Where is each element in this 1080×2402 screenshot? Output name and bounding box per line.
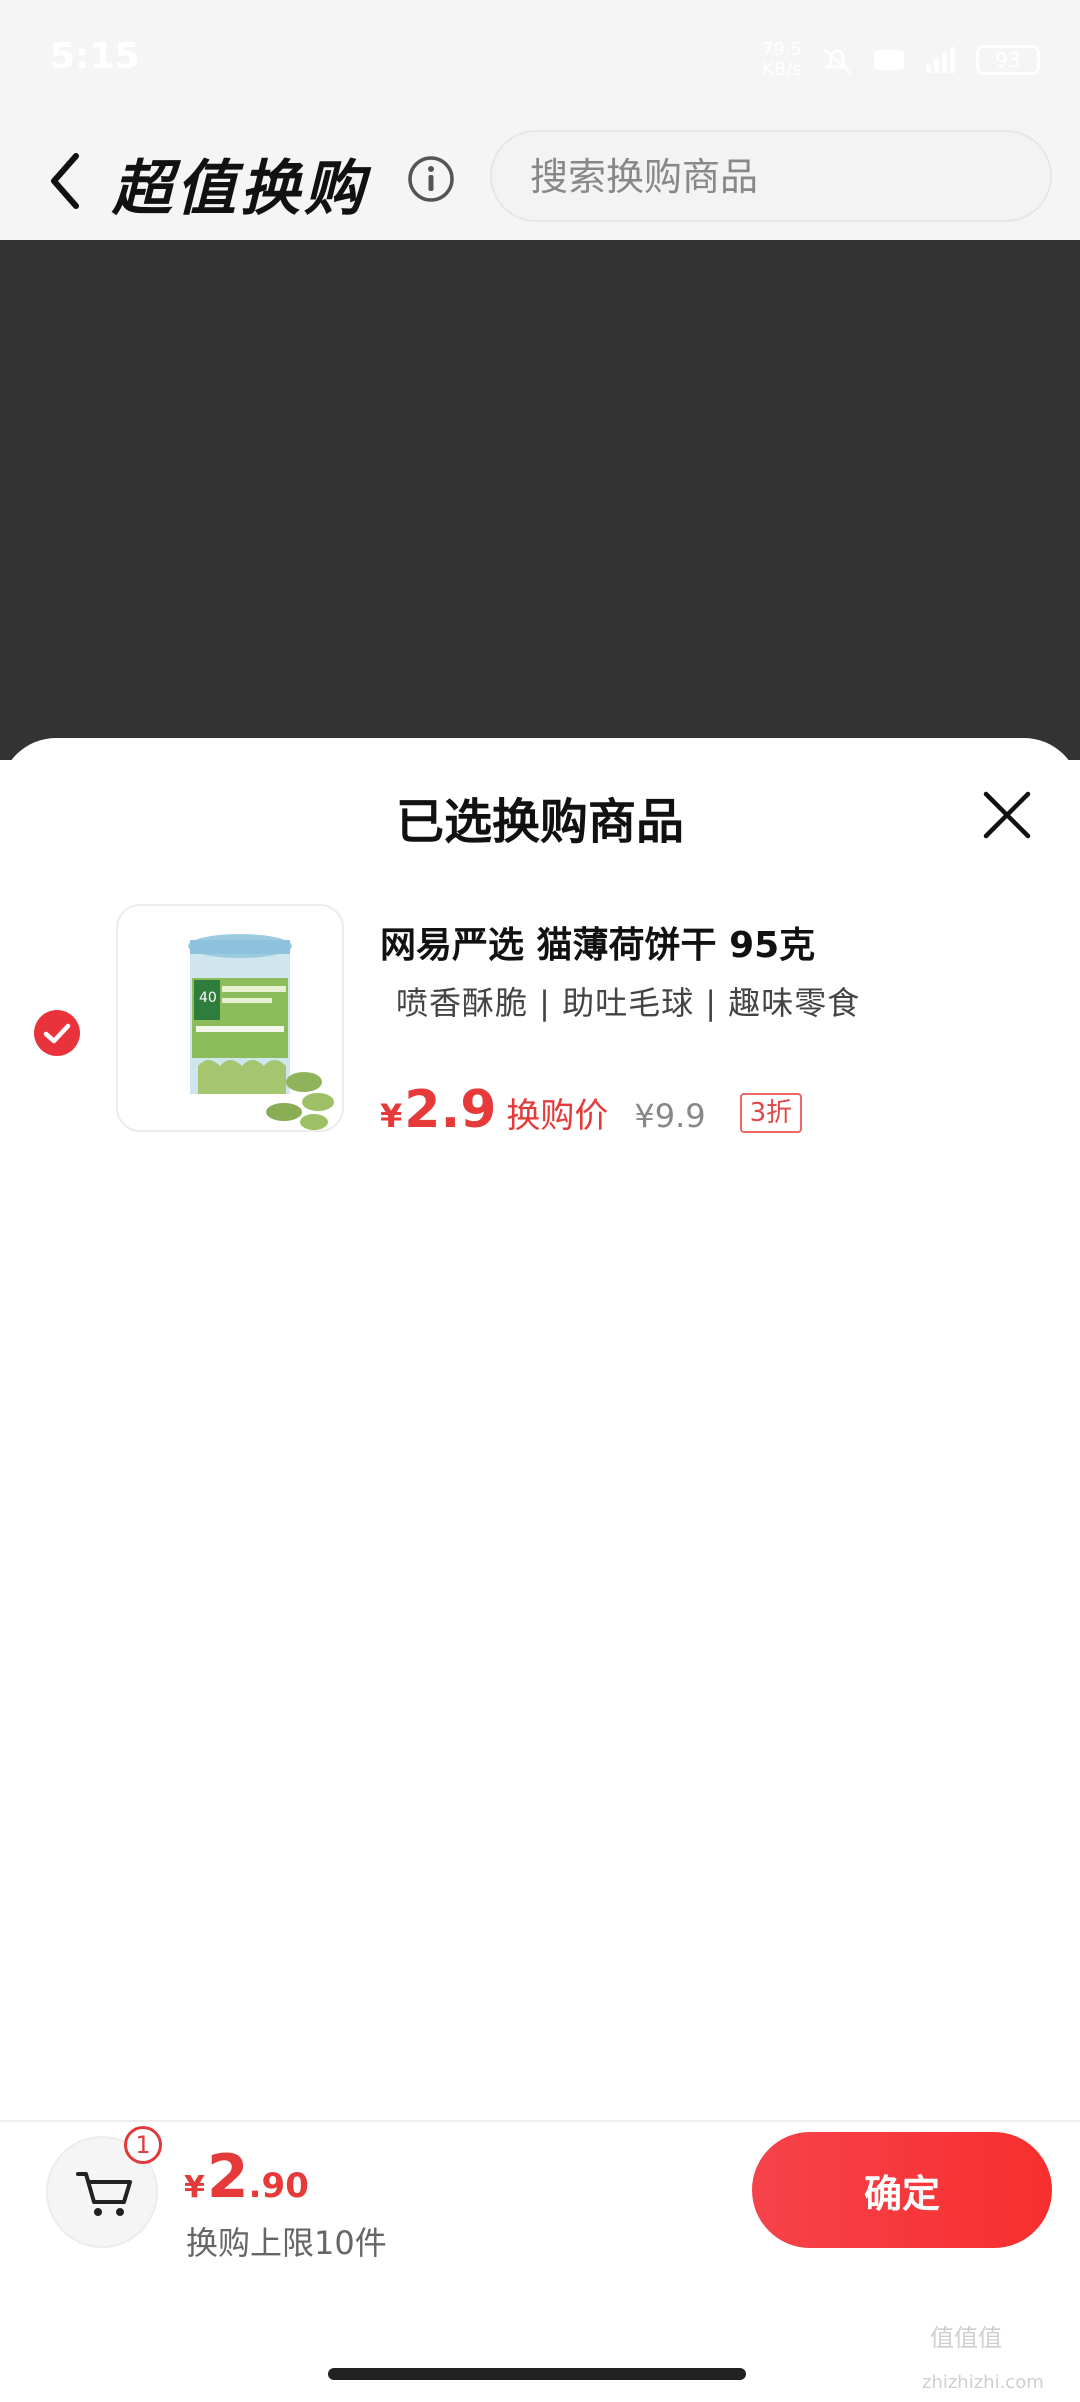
network-speed-value: 79.5: [761, 39, 802, 60]
exchange-price-label: 换购价: [506, 1096, 609, 1136]
battery-icon: 93: [976, 45, 1040, 75]
close-icon[interactable]: [980, 788, 1034, 842]
list-item: 40 网易严选 猫薄荷饼干 95克 喷香酥脆 | 助吐毛球 | 趣味零食 ¥ 2…: [0, 904, 1080, 1144]
info-icon[interactable]: [406, 154, 456, 204]
cart-count-badge: 1: [124, 2126, 162, 2164]
status-indicators: 79.5 KB/s 93: [762, 40, 1040, 80]
search-box[interactable]: [490, 130, 1052, 222]
product-label-number: 40: [199, 990, 217, 1006]
exchange-price: 2.9: [404, 1080, 497, 1140]
page-title: 超值换购: [112, 154, 368, 224]
cart-icon: [76, 2172, 132, 2216]
dim-overlay[interactable]: [0, 240, 1080, 760]
watermark-text: 值值值: [930, 2324, 1002, 2352]
watermark-url: zhizhizhi.com: [922, 2372, 1044, 2393]
status-bar: 5:15 79.5 KB/s 93: [0, 0, 1080, 124]
header-bar: 超值换购: [0, 124, 1080, 240]
discount-badge: 3折: [739, 1093, 803, 1133]
sheet-title: 已选换购商品: [395, 794, 684, 850]
price-currency: ¥: [380, 1097, 403, 1135]
battery-level: 93: [995, 48, 1021, 72]
total-price: ¥ 2 .90: [184, 2142, 309, 2212]
checked-checkbox-icon[interactable]: [32, 1008, 82, 1058]
status-time: 5:15: [50, 36, 140, 77]
original-price: ¥9.9: [634, 1097, 706, 1135]
product-tags: 喷香酥脆 | 助吐毛球 | 趣味零食: [396, 984, 861, 1022]
mute-bell-icon: [823, 48, 851, 74]
total-integer: 2: [206, 2142, 249, 2212]
product-jar-image: 40: [188, 934, 334, 1130]
total-decimal: .90: [248, 2166, 309, 2206]
back-arrow-icon[interactable]: [44, 148, 88, 214]
exchange-limit-text: 换购上限10件: [186, 2224, 387, 2262]
network-speed-unit: KB/s: [762, 59, 802, 80]
search-input[interactable]: [528, 132, 1032, 222]
network-speed: 79.5 KB/s: [762, 40, 802, 80]
checkout-bar: 1 ¥ 2 .90 换购上限10件 确定: [0, 2120, 1080, 2402]
home-indicator[interactable]: [328, 2368, 746, 2380]
product-name[interactable]: 网易严选 猫薄荷饼干 95克: [380, 916, 815, 968]
price-line: ¥ 2.9 换购价 ¥9.9 3折: [380, 1080, 803, 1140]
signal-icon: [926, 47, 955, 73]
confirm-button[interactable]: 确定: [752, 2132, 1052, 2248]
total-currency: ¥: [184, 2170, 205, 2205]
hd-icon: [874, 50, 904, 70]
product-image[interactable]: 40: [116, 904, 344, 1132]
